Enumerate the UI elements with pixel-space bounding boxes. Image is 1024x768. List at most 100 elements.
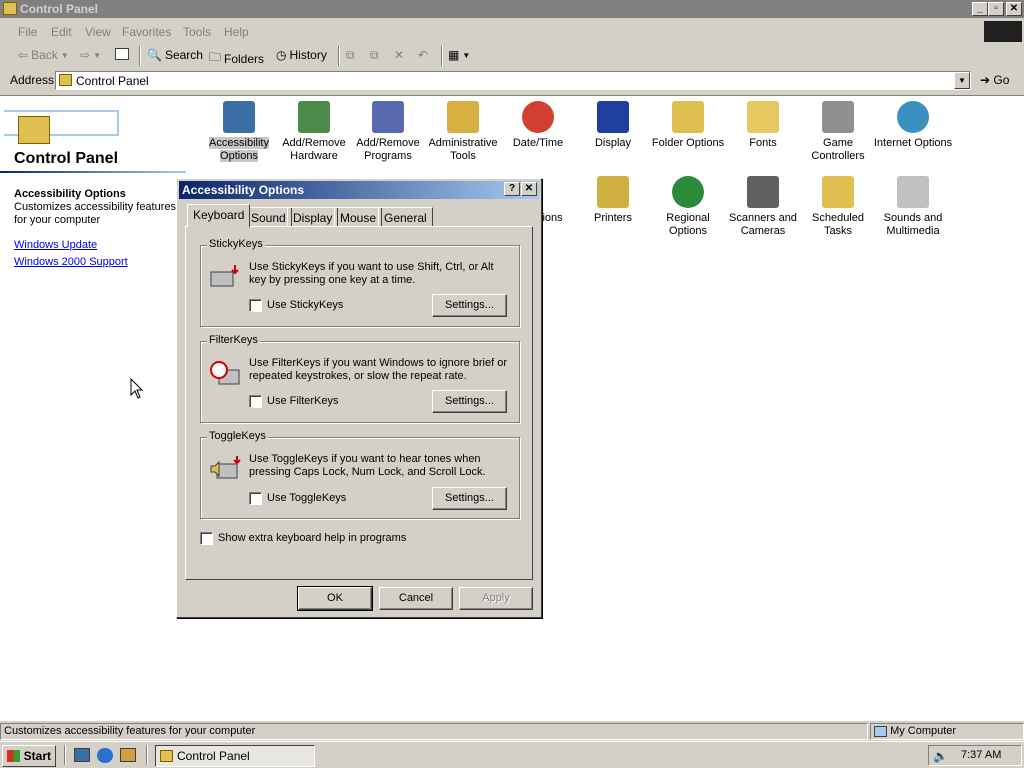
dialog-close-button[interactable]: ✕ [521,182,537,196]
tab-keyboard[interactable]: Keyboard [187,204,251,227]
extra-keyboard-help-label: Show extra keyboard help in programs [218,532,407,544]
stickykeys-group: StickyKeys Use StickyKeys if you want to… [200,238,520,327]
address-label: Address [10,73,55,87]
forward-arrow-icon: ⇨ [80,48,91,62]
tab-general[interactable]: General [378,207,433,227]
togglekeys-settings-button[interactable]: Settings... [432,487,507,510]
filterkeys-title: FilterKeys [207,334,260,346]
menu-help[interactable]: Help [224,25,249,39]
address-value: Control Panel [76,74,149,88]
printer-folder-icon [597,176,629,208]
control-panel-banner-icon [4,104,119,148]
minimize-button[interactable]: _ [972,2,988,16]
taskbar: Start Control Panel 🔈 7:37 AM [0,741,1024,768]
fonts-item[interactable]: Fonts [723,101,803,150]
toolbar-separator [441,46,443,66]
scheduled-tasks-item[interactable]: Scheduled Tasks [798,176,878,238]
folder-options-item[interactable]: Folder Options [648,101,728,150]
globe-icon [897,101,929,133]
windows-2000-support-link[interactable]: Windows 2000 Support [14,256,128,268]
search-icon: 🔍 [147,48,162,62]
filterkeys-settings-button[interactable]: Settings... [432,390,507,413]
admin-tools-icon [447,101,479,133]
display-icon [597,101,629,133]
taskbar-control-panel-button[interactable]: Control Panel [155,745,315,767]
game-controllers-item[interactable]: Game Controllers [798,101,878,163]
windows-update-link[interactable]: Windows Update [14,239,97,251]
use-togglekeys-label: Use ToggleKeys [267,492,347,504]
add-remove-programs-item[interactable]: Add/Remove Programs [348,101,428,163]
tab-mouse[interactable]: Mouse [334,207,383,227]
togglekeys-description: Use ToggleKeys if you want to hear tones… [249,453,486,478]
use-filterkeys-checkbox[interactable] [249,395,262,408]
speaker-icon [897,176,929,208]
extra-keyboard-help-checkbox[interactable] [200,532,213,545]
back-button[interactable]: ⇦ Back ▼ [18,48,69,62]
cancel-button[interactable]: Cancel [379,587,453,610]
selected-item-description: Customizes accessibility features for yo… [14,201,177,226]
folders-icon: 🗀 [209,50,222,64]
administrative-tools-item[interactable]: Administrative Tools [423,101,503,163]
menu-view[interactable]: View [85,25,111,39]
up-folder-button[interactable] [115,48,129,60]
folders-button[interactable]: 🗀 Folders [209,48,264,69]
address-dropdown-button[interactable]: ▼ [954,72,970,89]
close-button[interactable]: ✕ [1006,2,1022,16]
menu-favorites[interactable]: Favorites [122,25,171,39]
scanners-and-cameras-item[interactable]: Scanners and Cameras [723,176,803,238]
chevron-down-icon: ▼ [60,50,69,60]
undo-button[interactable]: ↶ [418,48,428,62]
use-togglekeys-checkbox[interactable] [249,492,262,505]
copy-to-button[interactable]: ⧉ [370,48,379,63]
stickykeys-settings-button[interactable]: Settings... [432,294,507,317]
outlook-express-icon[interactable] [120,748,136,762]
history-icon: ◷ [276,48,287,62]
menu-tools[interactable]: Tools [183,25,211,39]
show-desktop-icon[interactable] [74,748,90,762]
regional-options-item[interactable]: Regional Options [648,176,728,238]
programs-icon [372,101,404,133]
search-button[interactable]: 🔍 Search [147,48,203,62]
dialog-title: Accessibility Options [182,183,305,197]
my-computer-icon [874,725,887,737]
history-button[interactable]: ◷ History [276,48,327,62]
accessibility-icon [223,101,255,133]
joystick-icon [822,101,854,133]
maximize-button[interactable]: ▫ [988,2,1004,16]
globe-icon [672,176,704,208]
start-button[interactable]: Start [2,745,56,767]
menu-file[interactable]: File [18,25,37,39]
status-zone: My Computer [870,723,1024,740]
windows-logo-icon [984,21,1022,42]
toolbar-separator [338,46,340,66]
help-button[interactable]: ? [504,182,520,196]
up-folder-icon [115,48,129,60]
ok-button[interactable]: OK [297,586,373,611]
speaker-keyboard-icon [209,454,241,482]
forward-button[interactable]: ⇨ ▼ [80,48,101,62]
move-to-button[interactable]: ⧉ [346,48,355,63]
sounds-and-multimedia-item[interactable]: Sounds and Multimedia [873,176,953,238]
menu-edit[interactable]: Edit [51,25,72,39]
views-button[interactable]: ▦ ▼ [448,48,470,62]
volume-icon[interactable]: 🔈 [933,749,948,763]
internet-explorer-icon[interactable] [97,748,113,763]
system-tray: 🔈 7:37 AM [928,745,1022,766]
control-panel-icon [160,750,173,762]
tab-sound[interactable]: Sound [245,207,292,227]
go-button[interactable]: ➔ Go [980,73,1009,87]
move-to-icon: ⧉ [346,48,355,62]
add-remove-hardware-item[interactable]: Add/Remove Hardware [274,101,354,163]
date-time-item[interactable]: Date/Time [498,101,578,150]
address-field[interactable]: Control Panel ▼ [55,71,971,90]
apply-button[interactable]: Apply [459,587,533,610]
delete-button[interactable]: ✕ [394,48,404,62]
tab-display[interactable]: Display [287,207,339,227]
go-arrow-icon: ➔ [980,73,991,87]
display-item[interactable]: Display [573,101,653,150]
printers-item[interactable]: Printers [573,176,653,225]
keyboard-keys-icon [209,262,241,290]
accessibility-options-item[interactable]: Accessibility Options [199,101,279,163]
internet-options-item[interactable]: Internet Options [873,101,953,150]
use-stickykeys-checkbox[interactable] [249,299,262,312]
